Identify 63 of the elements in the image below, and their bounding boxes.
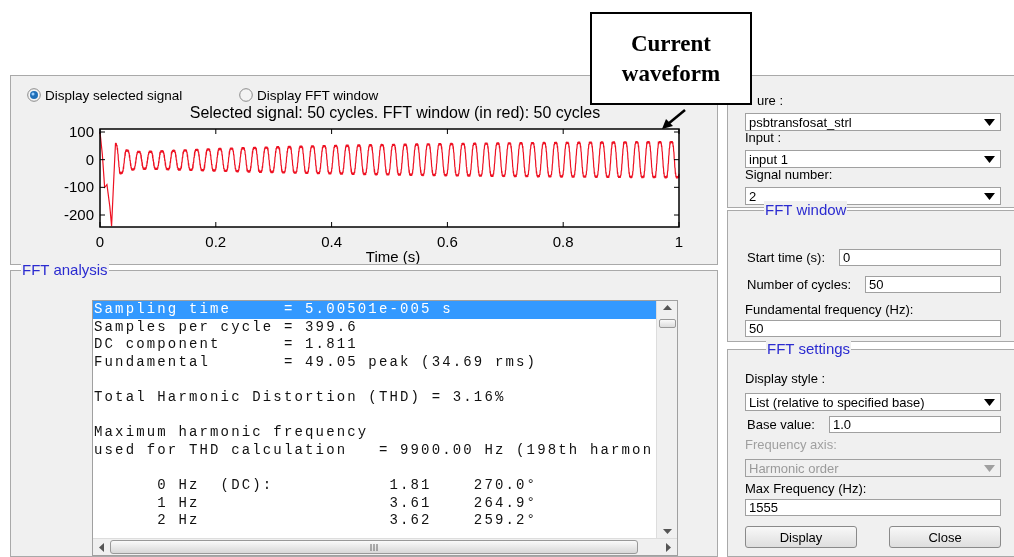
- caret-icon: [984, 192, 995, 200]
- scroll-up-icon[interactable]: [662, 305, 672, 310]
- caret-icon: [984, 398, 995, 406]
- list-row[interactable]: Samples per cycle = 399.6: [93, 318, 656, 337]
- dropdown[interactable]: 2: [745, 187, 1001, 205]
- radio-icon[interactable]: [239, 88, 253, 102]
- group-title: FFT settings: [766, 340, 852, 359]
- caret-icon: [984, 118, 995, 126]
- tick-label: 0: [85, 150, 94, 168]
- tick-label: -100: [63, 178, 94, 196]
- input-field[interactable]: 1555: [745, 499, 1001, 517]
- tick-label: 100: [68, 123, 94, 140]
- field-label: Frequency axis:: [745, 438, 838, 453]
- dropdown[interactable]: List (relative to specified base): [745, 393, 1001, 412]
- list-row[interactable]: 2 Hz 3.62 259.2°: [93, 512, 656, 530]
- tick-label: 0.2: [205, 233, 227, 250]
- field-label: Base value:: [746, 417, 815, 432]
- scroll-down-icon[interactable]: [662, 529, 672, 534]
- dialog-button[interactable]: Close: [889, 526, 1001, 549]
- chart-title: Selected signal: 50 cycles. FFT window (in red): 50 cycles: [189, 104, 601, 121]
- group-title: FFT analysis: [21, 261, 109, 279]
- caret-icon: [984, 464, 995, 472]
- callout-box: Current waveform: [590, 12, 752, 105]
- list-row[interactable]: Total Harmonic Distortion (THD) = 3.16%: [93, 388, 656, 407]
- tick-label: 1: [674, 233, 684, 250]
- tick-label: 0.4: [321, 233, 343, 250]
- field-label: Fundamental frequency (Hz):: [745, 303, 915, 318]
- scrollbar-thumb[interactable]: [659, 319, 676, 328]
- tick-label: 0.6: [436, 233, 458, 250]
- field-label: ure :: [757, 94, 784, 108]
- list-row[interactable]: 0 Hz (DC): 1.81 270.0°: [93, 476, 656, 495]
- vertical-scrollbar[interactable]: [656, 301, 677, 538]
- input-field[interactable]: 1.0: [828, 416, 1001, 434]
- field-label: Max Frequency (Hz):: [745, 482, 868, 497]
- radio-option[interactable]: Display selected signal: [27, 87, 239, 103]
- list-row[interactable]: Fundamental = 49.05 peak (34.69 rms): [93, 353, 656, 372]
- horizontal-scrollbar[interactable]: [93, 538, 677, 555]
- field-label: Input :: [745, 131, 783, 145]
- callout-arrow: [662, 109, 686, 129]
- field-label: Number of cycles:: [746, 277, 852, 292]
- scroll-left-icon[interactable]: [99, 542, 104, 552]
- input-field[interactable]: 50: [745, 320, 1001, 338]
- scroll-right-icon[interactable]: [666, 542, 671, 552]
- list-row[interactable]: Maximum harmonic frequency: [93, 424, 656, 442]
- dropdown[interactable]: input 1: [745, 150, 1001, 168]
- list-row[interactable]: DC component = 1.811: [93, 336, 656, 354]
- field-label: Display style :: [745, 372, 827, 387]
- list-row[interactable]: 1 Hz 3.61 264.9°: [93, 494, 656, 513]
- field-label: Signal number:: [745, 168, 834, 182]
- grip-icon: [369, 543, 379, 551]
- radio-option[interactable]: Display FFT window: [239, 87, 379, 103]
- input-field[interactable]: 0: [839, 249, 1001, 267]
- tick-label: 0: [95, 233, 105, 250]
- tick-label: 0.8: [552, 233, 574, 250]
- radio-icon[interactable]: [27, 88, 41, 102]
- caret-icon: [984, 155, 995, 163]
- dialog-button[interactable]: Display: [745, 526, 857, 549]
- list-row[interactable]: used for THD calculation = 9900.00 Hz (198th harmon: [93, 441, 656, 460]
- tick-label: -200: [63, 206, 94, 223]
- dropdown[interactable]: psbtransfosat_strl: [745, 113, 1001, 131]
- input-field[interactable]: 50: [865, 276, 1001, 294]
- scrollbar-thumb[interactable]: [110, 540, 638, 554]
- field-label: Start time (s):: [746, 250, 825, 265]
